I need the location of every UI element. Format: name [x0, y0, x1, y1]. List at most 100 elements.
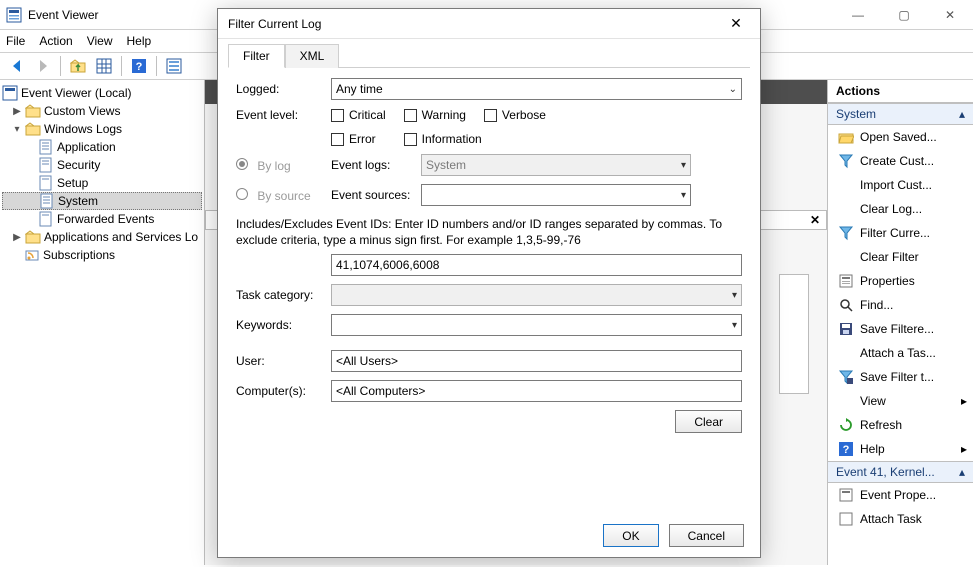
- blank-icon: [838, 393, 854, 409]
- actions-group-event[interactable]: Event 41, Kernel... ▴: [828, 461, 973, 483]
- tree-setup[interactable]: Setup: [2, 174, 202, 192]
- action-save-filtered[interactable]: Save Filtere...: [828, 317, 973, 341]
- dialog-tabs: Filter XML: [218, 39, 760, 67]
- eventsources-select[interactable]: ▾: [421, 184, 691, 206]
- details-box-stub: [779, 274, 809, 394]
- folder-icon: [25, 103, 41, 119]
- clear-button[interactable]: Clear: [675, 410, 742, 433]
- folder-icon: [25, 229, 41, 245]
- keywords-select[interactable]: ▾: [331, 314, 742, 336]
- keywords-label: Keywords:: [236, 318, 331, 332]
- close-button[interactable]: ✕: [927, 0, 973, 30]
- cancel-button[interactable]: Cancel: [669, 524, 744, 547]
- caret-right-icon[interactable]: ▶: [12, 232, 22, 243]
- chk-verbose[interactable]: Verbose: [484, 108, 546, 122]
- folder-open-icon: [838, 129, 854, 145]
- caret-right-icon[interactable]: ▶: [12, 106, 22, 117]
- action-clear-log[interactable]: Clear Log...: [828, 197, 973, 221]
- log-icon: [38, 139, 54, 155]
- bylog-radio: [236, 158, 248, 170]
- action-view[interactable]: View▸: [828, 389, 973, 413]
- user-label: User:: [236, 354, 331, 368]
- help-icon: ?: [838, 441, 854, 457]
- tree-application[interactable]: Application: [2, 138, 202, 156]
- maximize-button[interactable]: ▢: [881, 0, 927, 30]
- chk-information[interactable]: Information: [404, 132, 482, 146]
- svg-text:?: ?: [136, 61, 143, 73]
- subscriptions-icon: [24, 247, 40, 263]
- dropdown-icon: ▾: [681, 190, 686, 201]
- chk-warning[interactable]: Warning: [404, 108, 466, 122]
- bysource-radio-row: By source: [236, 188, 331, 203]
- dialog-close-button[interactable]: ✕: [722, 10, 750, 38]
- tab-xml[interactable]: XML: [285, 44, 340, 68]
- minimize-button[interactable]: —: [835, 0, 881, 30]
- ok-button[interactable]: OK: [603, 524, 658, 547]
- blank-icon: [838, 177, 854, 193]
- blank-icon: [838, 249, 854, 265]
- action-create-custom[interactable]: Create Cust...: [828, 149, 973, 173]
- window-title: Event Viewer: [28, 8, 98, 22]
- eventids-input[interactable]: [331, 254, 742, 276]
- user-input[interactable]: [331, 350, 742, 372]
- chk-error[interactable]: Error: [331, 132, 376, 146]
- tree-root[interactable]: Event Viewer (Local): [2, 84, 202, 102]
- logged-label: Logged:: [236, 82, 331, 96]
- action-event-properties[interactable]: Event Prope...: [828, 483, 973, 507]
- tab-filter[interactable]: Filter: [228, 44, 285, 68]
- funnel-icon: [838, 153, 854, 169]
- dialog-titlebar[interactable]: Filter Current Log ✕: [218, 9, 760, 39]
- tree-root-label: Event Viewer (Local): [21, 86, 132, 100]
- action-open-saved[interactable]: Open Saved...: [828, 125, 973, 149]
- action-save-filter-to[interactable]: Save Filter t...: [828, 365, 973, 389]
- computers-input[interactable]: [331, 380, 742, 402]
- properties-icon: [838, 511, 854, 527]
- help-icon[interactable]: ?: [128, 55, 150, 77]
- find-icon: [838, 297, 854, 313]
- list-icon[interactable]: [163, 55, 185, 77]
- tree-windows-logs[interactable]: ▾ Windows Logs: [2, 120, 202, 138]
- menu-file[interactable]: File: [6, 34, 25, 48]
- save-icon: [838, 321, 854, 337]
- menu-action[interactable]: Action: [39, 34, 72, 48]
- folder-up-icon[interactable]: [67, 55, 89, 77]
- tree-security[interactable]: Security: [2, 156, 202, 174]
- action-filter-current[interactable]: Filter Curre...: [828, 221, 973, 245]
- tree-pane[interactable]: Event Viewer (Local) ▶ Custom Views ▾ Wi…: [0, 80, 205, 565]
- action-import-custom[interactable]: Import Cust...: [828, 173, 973, 197]
- blank-icon: [838, 201, 854, 217]
- close-icon[interactable]: ✕: [810, 213, 820, 227]
- chevron-down-icon: ⌄: [729, 84, 737, 95]
- tree-system[interactable]: System: [2, 192, 202, 210]
- caret-down-icon[interactable]: ▾: [12, 124, 22, 135]
- tree-forwarded[interactable]: Forwarded Events: [2, 210, 202, 228]
- funnel-icon: [838, 225, 854, 241]
- action-attach-task[interactable]: Attach a Tas...: [828, 341, 973, 365]
- tree-apps-services[interactable]: ▶ Applications and Services Lo: [2, 228, 202, 246]
- logged-select[interactable]: Any time ⌄: [331, 78, 742, 100]
- action-clear-filter[interactable]: Clear Filter: [828, 245, 973, 269]
- action-refresh[interactable]: Refresh: [828, 413, 973, 437]
- collapse-icon[interactable]: ▴: [959, 107, 965, 121]
- menu-help[interactable]: Help: [127, 34, 152, 48]
- properties-icon: [838, 273, 854, 289]
- collapse-icon[interactable]: ▴: [959, 465, 965, 479]
- grid-icon[interactable]: [93, 55, 115, 77]
- chk-critical[interactable]: Critical: [331, 108, 386, 122]
- computers-label: Computer(s):: [236, 384, 331, 398]
- action-find[interactable]: Find...: [828, 293, 973, 317]
- bysource-radio: [236, 188, 248, 200]
- tree-custom-views[interactable]: ▶ Custom Views: [2, 102, 202, 120]
- back-button[interactable]: [6, 55, 28, 77]
- eventsources-label: Event sources:: [331, 188, 421, 202]
- action-event-attach-task[interactable]: Attach Task: [828, 507, 973, 531]
- tree-subscriptions[interactable]: Subscriptions: [2, 246, 202, 264]
- action-help[interactable]: ?Help▸: [828, 437, 973, 461]
- bylog-radio-row: By log: [236, 158, 331, 173]
- menu-view[interactable]: View: [87, 34, 113, 48]
- eventlogs-select: System ▾: [421, 154, 691, 176]
- action-properties[interactable]: Properties: [828, 269, 973, 293]
- taskcat-select: ▾: [331, 284, 742, 306]
- forward-button[interactable]: [32, 55, 54, 77]
- actions-group-system[interactable]: System ▴: [828, 103, 973, 125]
